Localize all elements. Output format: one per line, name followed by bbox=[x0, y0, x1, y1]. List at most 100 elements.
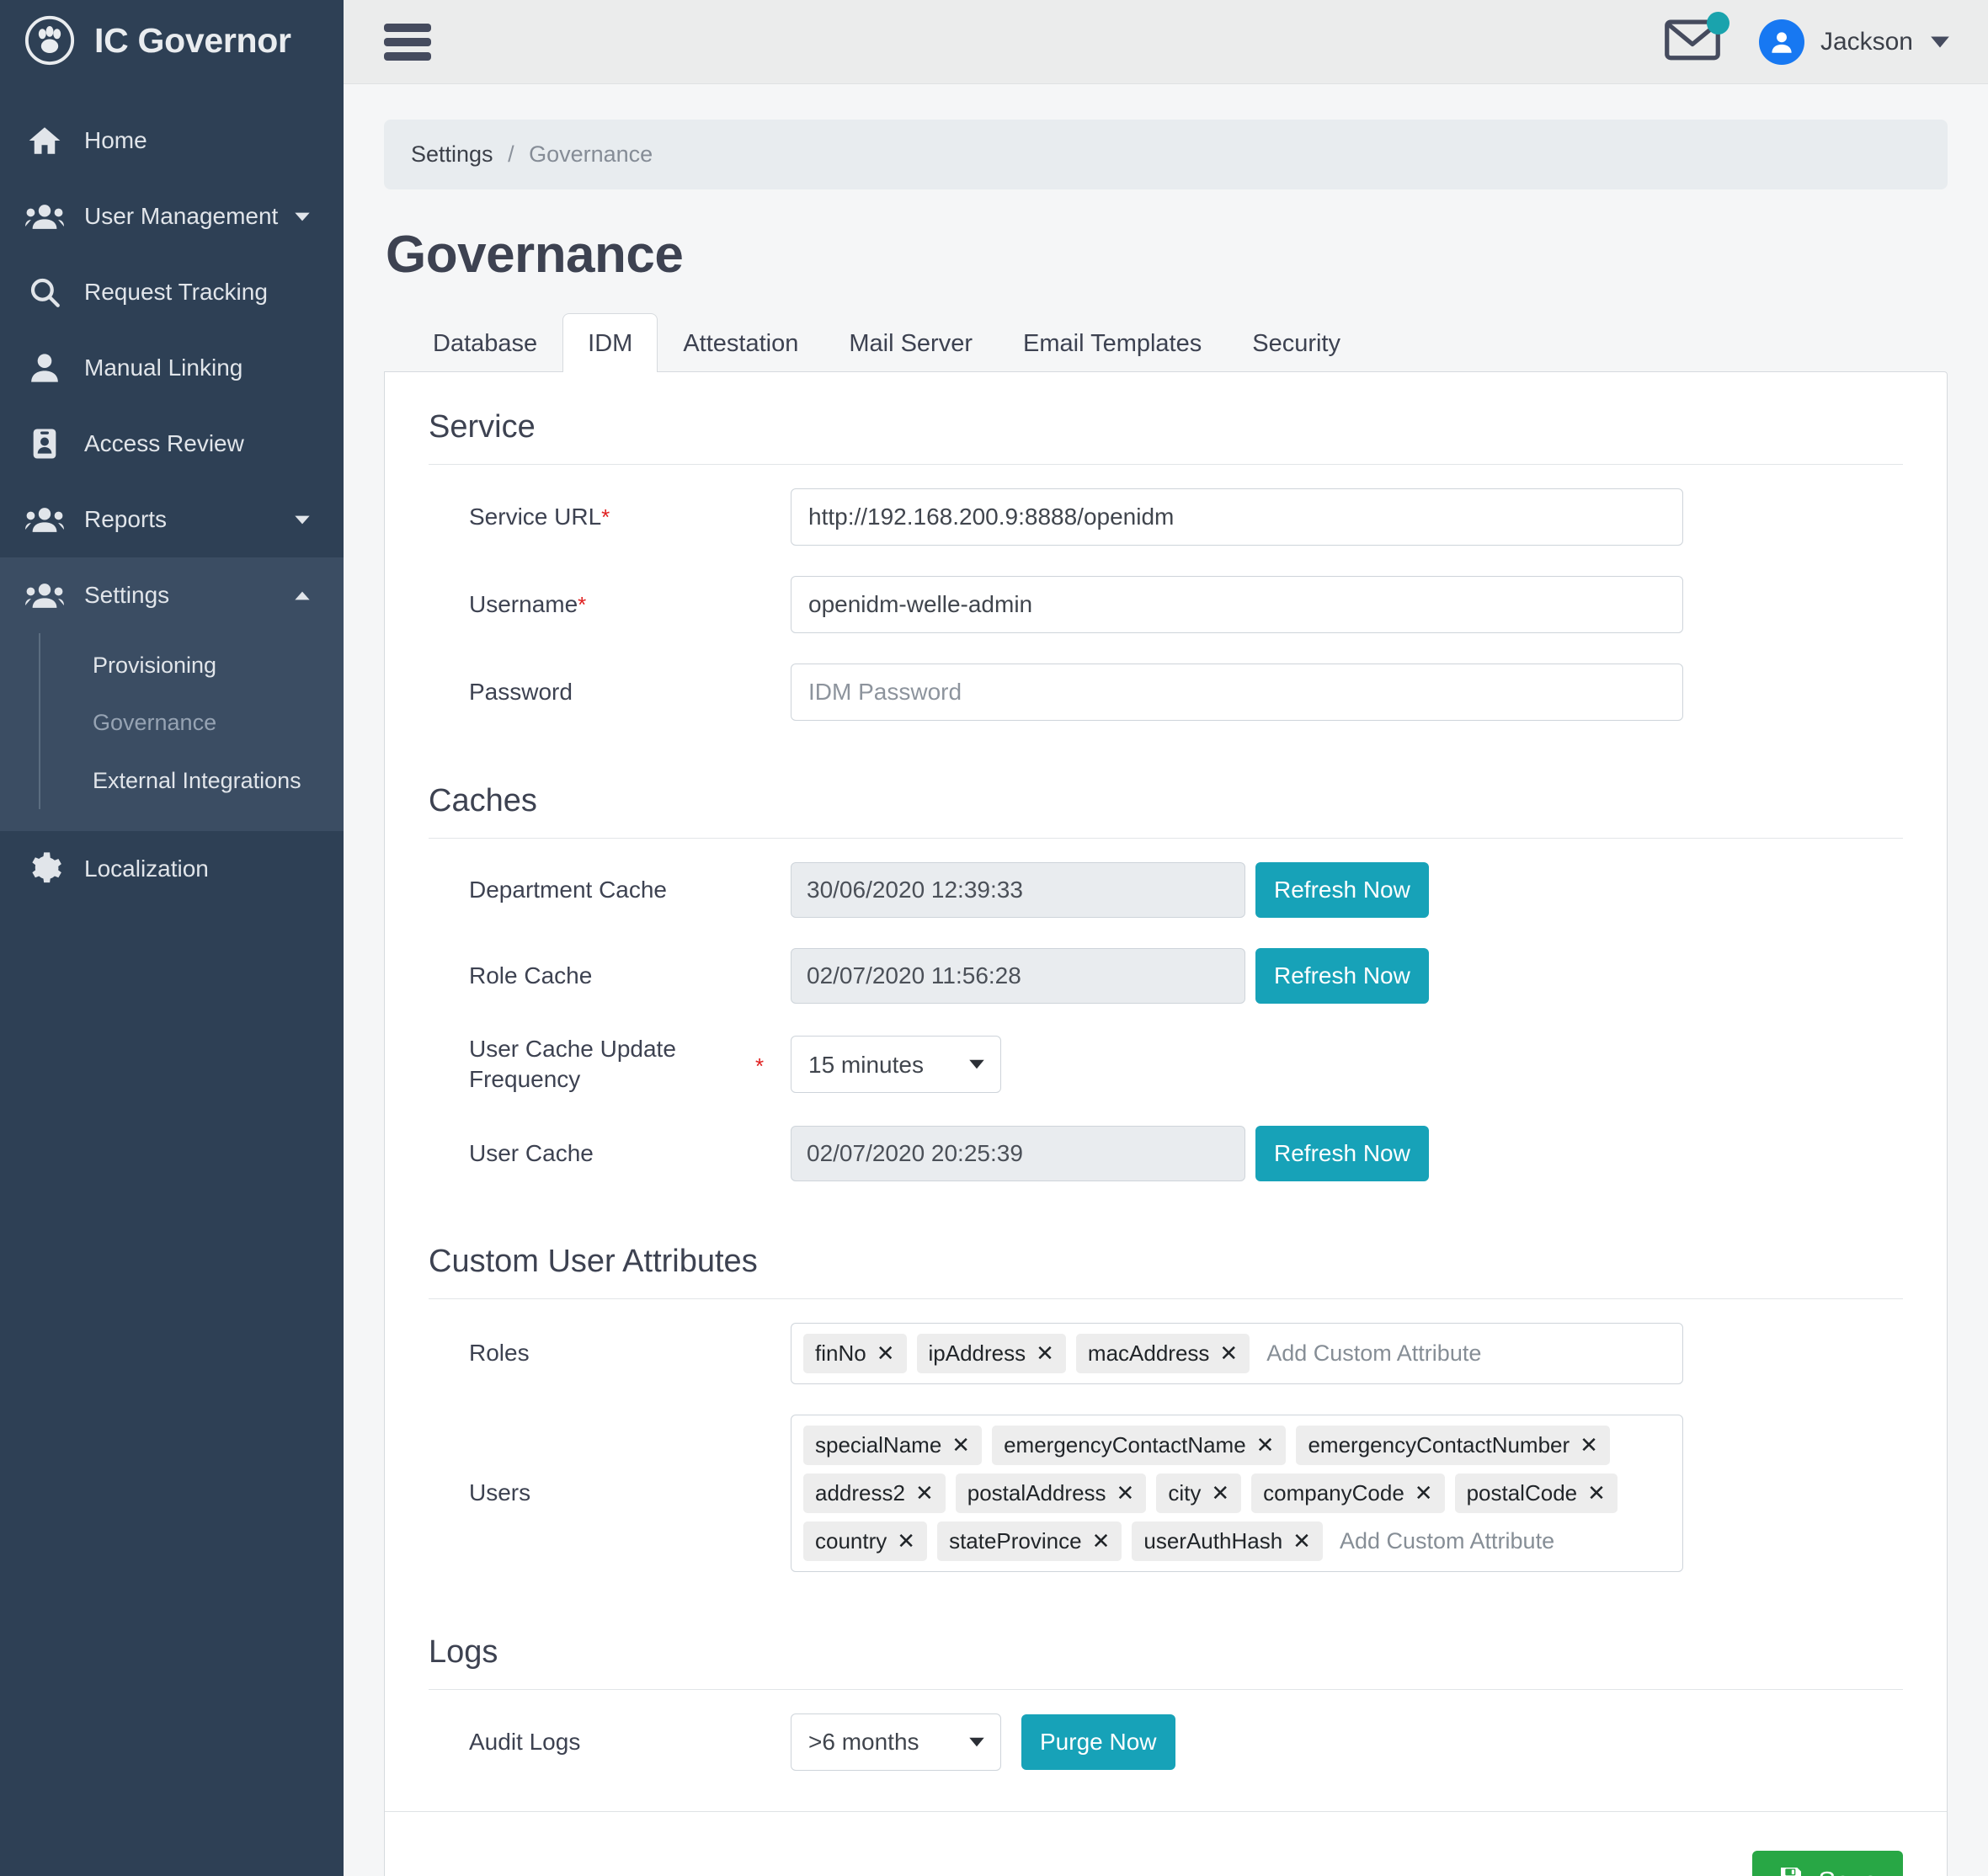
service-url-label: Service URL* bbox=[429, 502, 791, 532]
close-x-icon[interactable]: ✕ bbox=[1256, 1434, 1275, 1456]
close-x-icon[interactable]: ✕ bbox=[1580, 1434, 1598, 1456]
cache-frequency-select-wrap: 15 minutes bbox=[791, 1036, 1001, 1094]
hamburger-icon[interactable] bbox=[384, 23, 431, 61]
breadcrumb-current: Governance bbox=[529, 141, 653, 167]
close-x-icon[interactable]: ✕ bbox=[1415, 1482, 1433, 1504]
sidebar-item-user-management[interactable]: User Management bbox=[0, 179, 344, 254]
tag-label: address2 bbox=[815, 1479, 905, 1506]
refresh-department-cache-button[interactable]: Refresh Now bbox=[1255, 862, 1429, 918]
tag-chip[interactable]: emergencyContactNumber ✕ bbox=[1296, 1425, 1610, 1465]
tag-label: emergencyContactNumber bbox=[1308, 1431, 1570, 1458]
tag-chip[interactable]: companyCode ✕ bbox=[1251, 1473, 1445, 1513]
breadcrumb-parent[interactable]: Settings bbox=[411, 141, 493, 167]
tab-email-templates[interactable]: Email Templates bbox=[998, 313, 1227, 372]
username-field-area bbox=[791, 576, 1903, 633]
password-field-area bbox=[791, 664, 1903, 721]
user-cache-field-area: Refresh Now bbox=[791, 1125, 1903, 1181]
tag-chip[interactable]: userAuthHash ✕ bbox=[1132, 1521, 1323, 1561]
sidebar-item-request-tracking[interactable]: Request Tracking bbox=[0, 254, 344, 330]
page-title: Governance bbox=[386, 226, 684, 284]
tag-chip[interactable]: ipAddress ✕ bbox=[916, 1333, 1066, 1373]
role-cache-label: Role Cache bbox=[469, 962, 593, 989]
tab-bar: Database IDM Attestation Mail Server Ema… bbox=[384, 313, 1948, 372]
close-x-icon[interactable]: ✕ bbox=[915, 1482, 934, 1504]
audit-logs-select[interactable]: >6 months bbox=[791, 1713, 1001, 1771]
sidebar: IC Governor Home User Management Request… bbox=[0, 0, 344, 1876]
users-add-attribute-placeholder[interactable]: Add Custom Attribute bbox=[1333, 1528, 1554, 1554]
close-x-icon[interactable]: ✕ bbox=[1092, 1530, 1111, 1552]
user-cache-value bbox=[791, 1125, 1245, 1181]
tag-chip[interactable]: emergencyContactName ✕ bbox=[992, 1425, 1287, 1465]
field-row-audit-logs: Audit Logs >6 months Purge Now bbox=[429, 1698, 1903, 1786]
tag-label: stateProvince bbox=[949, 1527, 1082, 1554]
save-button[interactable]: Save bbox=[1752, 1850, 1903, 1876]
close-x-icon[interactable]: ✕ bbox=[1117, 1482, 1135, 1504]
roles-tag-input[interactable]: finNo ✕ ipAddress ✕ macAddress ✕ Add Custom… bbox=[791, 1322, 1683, 1384]
sidebar-subitem-provisioning[interactable]: Provisioning bbox=[0, 637, 344, 694]
role-cache-field-area: Refresh Now bbox=[791, 948, 1903, 1004]
required-marker: * bbox=[578, 591, 587, 617]
sidebar-item-reports[interactable]: Reports bbox=[0, 482, 344, 557]
gear-icon bbox=[25, 850, 64, 888]
service-url-input[interactable] bbox=[791, 488, 1683, 546]
users-icon bbox=[25, 576, 64, 615]
username-label-text: Username bbox=[469, 590, 578, 617]
users-tag-input[interactable]: specialName ✕ emergencyContactName ✕ emerg… bbox=[791, 1414, 1683, 1572]
close-x-icon[interactable]: ✕ bbox=[951, 1434, 970, 1456]
close-x-icon[interactable]: ✕ bbox=[897, 1530, 915, 1552]
close-x-icon[interactable]: ✕ bbox=[1036, 1342, 1054, 1364]
tab-mail-server[interactable]: Mail Server bbox=[823, 313, 998, 372]
section-title-caches: Caches bbox=[429, 783, 1903, 839]
tag-chip[interactable]: macAddress ✕ bbox=[1075, 1333, 1250, 1373]
sidebar-item-access-review[interactable]: Access Review bbox=[0, 406, 344, 482]
tag-label: postalCode bbox=[1466, 1479, 1578, 1506]
sidebar-item-label: Reports bbox=[84, 506, 168, 532]
mail-badge bbox=[1706, 12, 1730, 35]
tab-attestation[interactable]: Attestation bbox=[658, 313, 823, 372]
user-avatar-icon bbox=[1758, 19, 1804, 65]
close-x-icon[interactable]: ✕ bbox=[1219, 1342, 1238, 1364]
tag-chip[interactable]: postalAddress ✕ bbox=[955, 1473, 1147, 1513]
audit-logs-field-area: >6 months Purge Now bbox=[791, 1713, 1903, 1771]
sidebar-item-manual-linking[interactable]: Manual Linking bbox=[0, 330, 344, 406]
username-input[interactable] bbox=[791, 576, 1683, 633]
tab-database[interactable]: Database bbox=[408, 313, 562, 372]
refresh-role-cache-button[interactable]: Refresh Now bbox=[1255, 948, 1429, 1004]
sidebar-item-label: Request Tracking bbox=[84, 279, 268, 305]
close-x-icon[interactable]: ✕ bbox=[877, 1342, 895, 1364]
tab-idm[interactable]: IDM bbox=[562, 313, 658, 372]
sidebar-subitem-governance[interactable]: Governance bbox=[0, 694, 344, 751]
tag-chip[interactable]: finNo ✕ bbox=[803, 1333, 907, 1373]
user-cache-frequency-select[interactable]: 15 minutes bbox=[791, 1036, 1001, 1094]
tag-label: emergencyContactName bbox=[1004, 1431, 1246, 1458]
tag-chip[interactable]: city ✕ bbox=[1156, 1473, 1242, 1513]
mail-button[interactable] bbox=[1665, 12, 1730, 65]
brand[interactable]: IC Governor bbox=[0, 0, 344, 84]
password-input[interactable] bbox=[791, 664, 1683, 721]
tag-chip[interactable]: stateProvince ✕ bbox=[937, 1521, 1122, 1561]
sidebar-item-home[interactable]: Home bbox=[0, 103, 344, 179]
tag-label: specialName bbox=[815, 1431, 942, 1458]
sidebar-item-settings[interactable]: Settings bbox=[0, 557, 344, 633]
user-menu[interactable]: Jackson bbox=[1758, 19, 1951, 65]
close-x-icon[interactable]: ✕ bbox=[1292, 1530, 1311, 1552]
tab-security[interactable]: Security bbox=[1227, 313, 1366, 372]
tag-chip[interactable]: specialName ✕ bbox=[803, 1425, 983, 1465]
password-label: Password bbox=[469, 678, 573, 705]
close-x-icon[interactable]: ✕ bbox=[1211, 1482, 1229, 1504]
sidebar-subitem-external-integrations[interactable]: External Integrations bbox=[0, 752, 344, 809]
service-url-field-area bbox=[791, 488, 1903, 546]
refresh-user-cache-button[interactable]: Refresh Now bbox=[1255, 1125, 1429, 1181]
sidebar-item-localization[interactable]: Localization bbox=[0, 831, 344, 907]
close-x-icon[interactable]: ✕ bbox=[1587, 1482, 1606, 1504]
tag-label: city bbox=[1168, 1479, 1202, 1506]
roles-add-attribute-placeholder[interactable]: Add Custom Attribute bbox=[1260, 1340, 1481, 1367]
tag-chip[interactable]: postalCode ✕ bbox=[1454, 1473, 1618, 1513]
purge-now-button[interactable]: Purge Now bbox=[1021, 1713, 1175, 1770]
tag-chip[interactable]: address2 ✕ bbox=[803, 1473, 946, 1513]
field-row-users-attributes: Users specialName ✕ emergencyContactName ✕… bbox=[429, 1399, 1903, 1587]
idm-settings-panel: Service Service URL* Username* bbox=[384, 371, 1948, 1876]
field-row-password: Password bbox=[429, 648, 1903, 736]
app-root: IC Governor Home User Management Request… bbox=[0, 0, 1988, 1876]
tag-chip[interactable]: country ✕ bbox=[803, 1521, 928, 1561]
